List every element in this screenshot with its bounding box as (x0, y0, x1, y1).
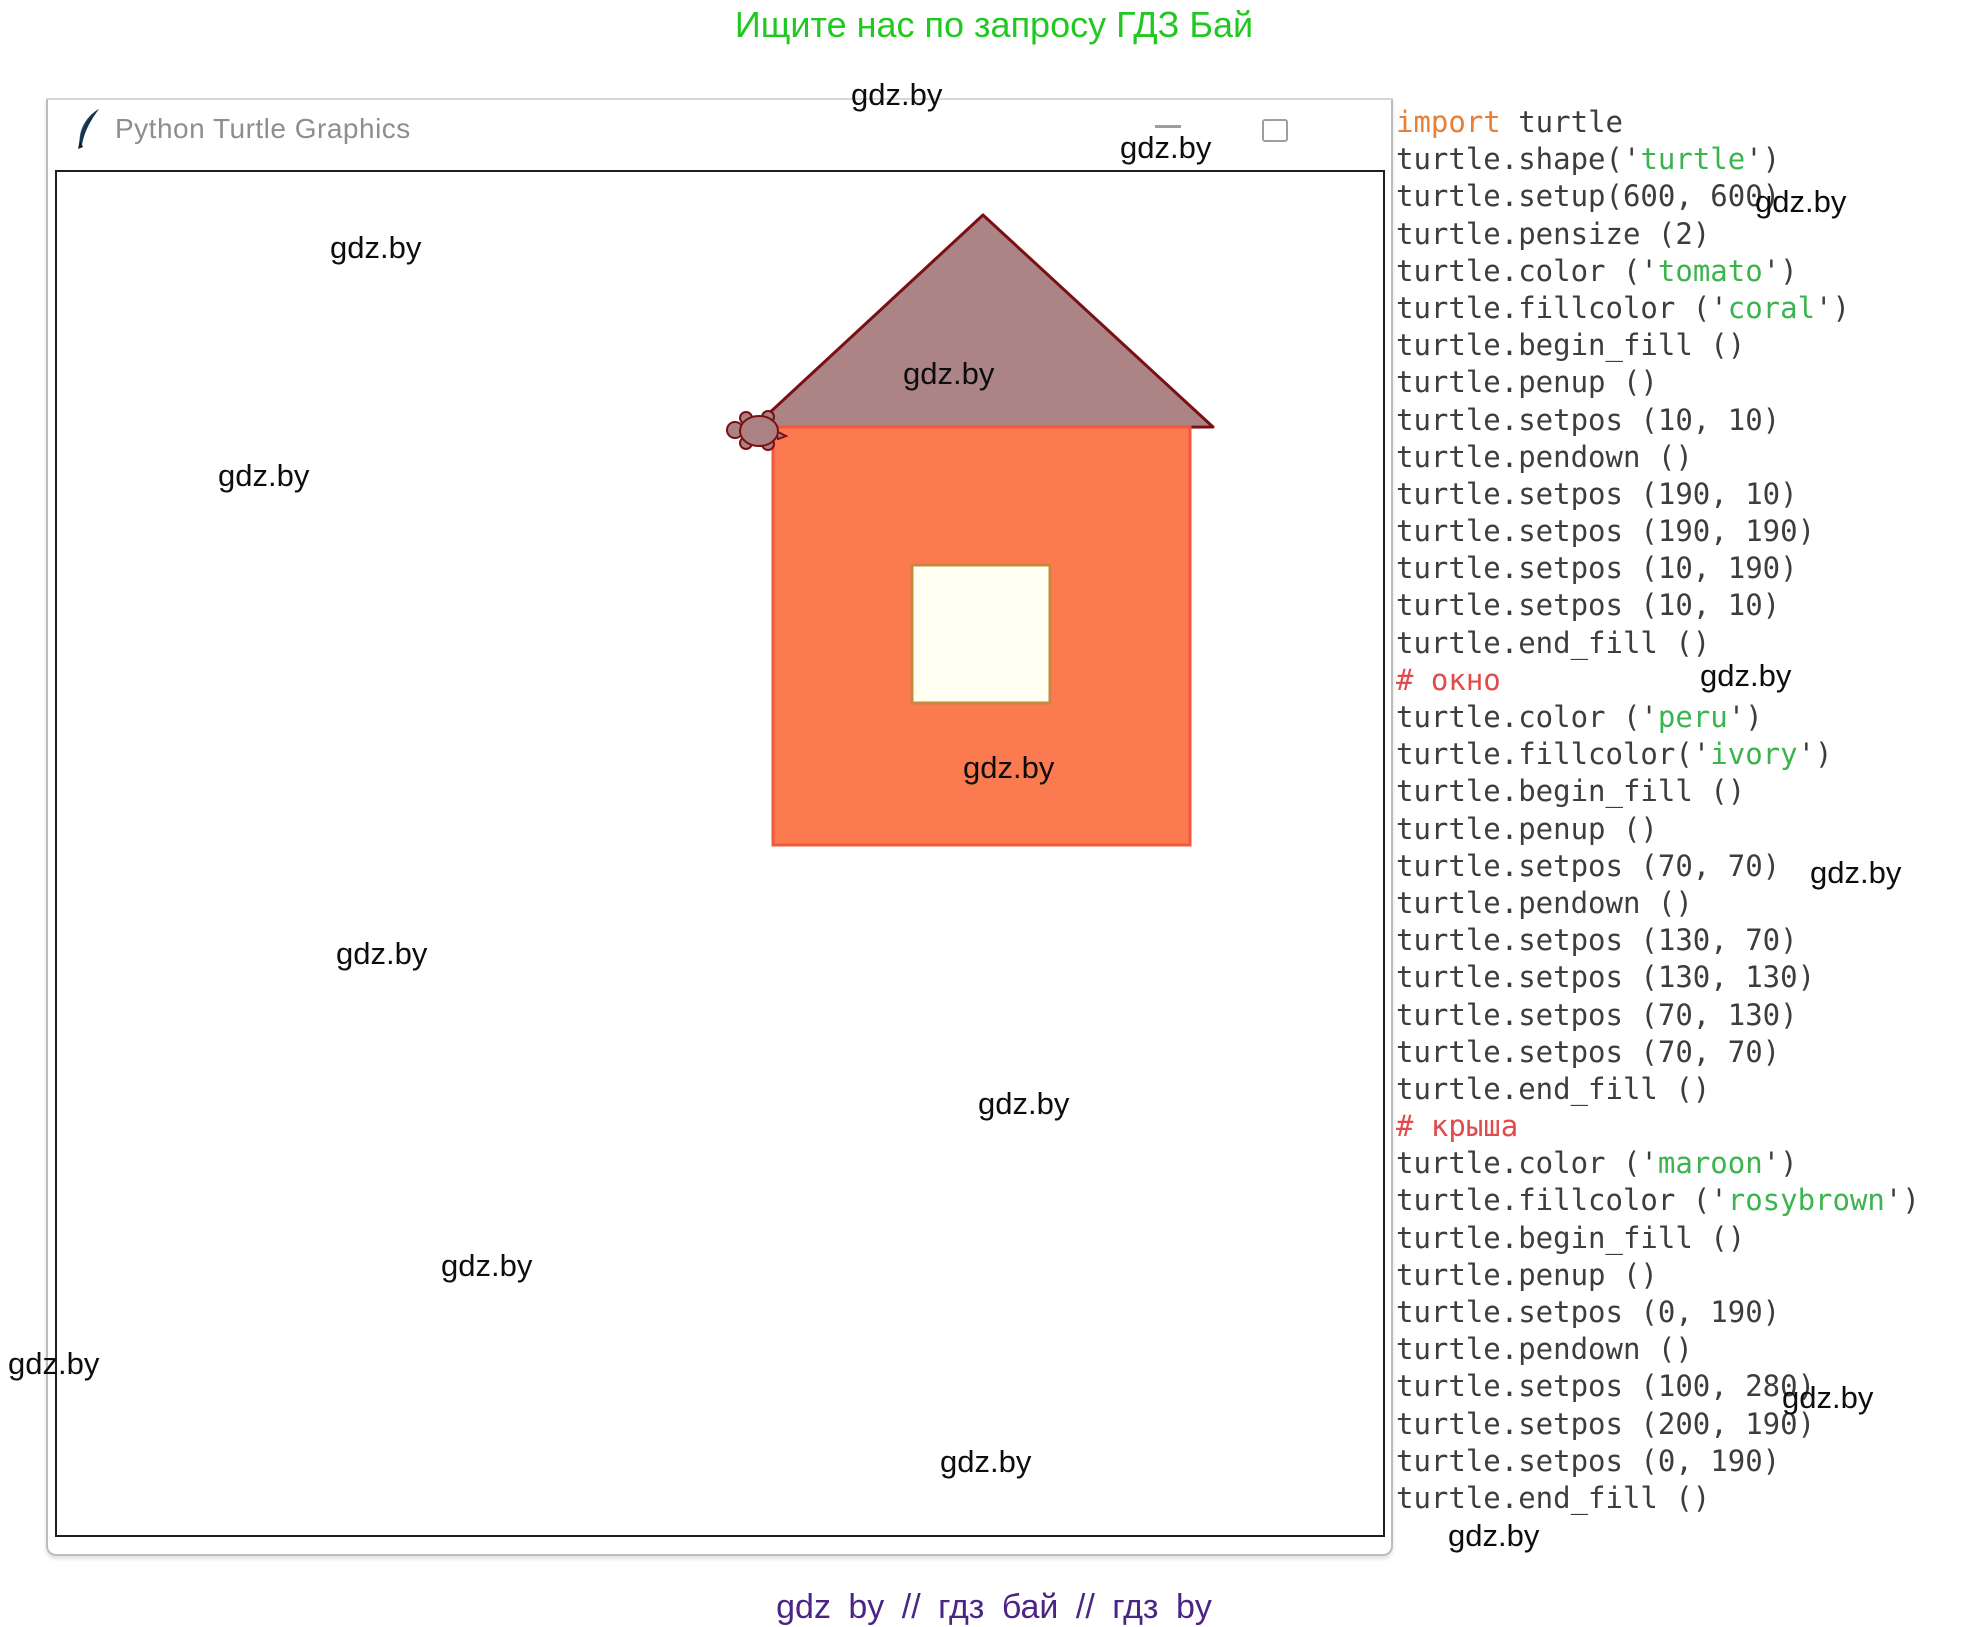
code-line: turtle.end_fill () (1396, 1480, 1986, 1517)
watermark: gdz.by (978, 1086, 1069, 1122)
minimize-button[interactable] (1155, 125, 1181, 128)
watermark: gdz.by (8, 1346, 99, 1382)
code-line: turtle.pendown () (1396, 1331, 1986, 1368)
turtle-graphics-window: Python Turtle Graphics (46, 98, 1393, 1556)
code-line: turtle.fillcolor('ivory') (1396, 736, 1986, 773)
code-line: turtle.color ('peru') (1396, 699, 1986, 736)
house-roof (752, 215, 1213, 429)
code-line: turtle.setpos (190, 190) (1396, 513, 1986, 550)
code-line: turtle.setpos (0, 190) (1396, 1443, 1986, 1480)
watermark: gdz.by (1120, 130, 1211, 166)
code-line: turtle.setpos (130, 130) (1396, 959, 1986, 996)
code-line: turtle.begin_fill () (1396, 327, 1986, 364)
code-line: turtle.pensize (2) (1396, 216, 1986, 253)
code-line: turtle.setpos (200, 190) (1396, 1406, 1986, 1443)
code-line: turtle.penup () (1396, 811, 1986, 848)
code-line: turtle.setpos (130, 70) (1396, 922, 1986, 959)
code-line: turtle.penup () (1396, 364, 1986, 401)
code-line: turtle.color ('maroon') (1396, 1145, 1986, 1182)
code-line: turtle.setpos (70, 70) (1396, 1034, 1986, 1071)
watermark: gdz.by (903, 356, 994, 392)
code-line: turtle.setpos (10, 10) (1396, 402, 1986, 439)
house-window (912, 565, 1050, 703)
code-line: turtle.setpos (100, 280) (1396, 1368, 1986, 1405)
code-line: turtle.end_fill () (1396, 625, 1986, 662)
code-line: turtle.fillcolor ('coral') (1396, 290, 1986, 327)
watermark: gdz.by (336, 936, 427, 972)
code-line: import turtle (1396, 104, 1986, 141)
code-line: turtle.color ('tomato') (1396, 253, 1986, 290)
page-heading: Ищите нас по запросу ГДЗ Бай (0, 4, 1988, 46)
watermark: gdz.by (963, 750, 1054, 786)
code-line: turtle.penup () (1396, 1257, 1986, 1294)
code-line: turtle.setup(600, 600) (1396, 178, 1986, 215)
watermark: gdz.by (851, 77, 942, 113)
code-line: turtle.shape('turtle') (1396, 141, 1986, 178)
watermark: gdz.by (1782, 1380, 1873, 1416)
watermark: gdz.by (218, 458, 309, 494)
code-line: turtle.setpos (0, 190) (1396, 1294, 1986, 1331)
code-line: turtle.setpos (10, 10) (1396, 587, 1986, 624)
turtle-canvas (55, 170, 1385, 1537)
code-line: turtle.fillcolor ('rosybrown') (1396, 1182, 1986, 1219)
window-title: Python Turtle Graphics (115, 113, 411, 145)
footer-text: gdz by // гдз бай // гдз by (0, 1588, 1988, 1627)
maximize-button[interactable] (1262, 119, 1288, 142)
code-line: turtle.begin_fill () (1396, 773, 1986, 810)
code-line: turtle.setpos (190, 10) (1396, 476, 1986, 513)
watermark: gdz.by (1755, 184, 1846, 220)
code-line: turtle.setpos (10, 190) (1396, 550, 1986, 587)
code-line: # крыша (1396, 1108, 1986, 1145)
watermark: gdz.by (330, 230, 421, 266)
watermark: gdz.by (940, 1444, 1031, 1480)
watermark: gdz.by (1700, 658, 1791, 694)
house-drawing (57, 172, 1383, 1535)
code-line: turtle.pendown () (1396, 439, 1986, 476)
code-line: # окно (1396, 662, 1986, 699)
watermark: gdz.by (441, 1248, 532, 1284)
feather-icon (76, 108, 102, 150)
code-listing: import turtleturtle.shape('turtle')turtl… (1396, 104, 1986, 1517)
watermark: gdz.by (1810, 855, 1901, 891)
watermark: gdz.by (1448, 1518, 1539, 1554)
code-line: turtle.begin_fill () (1396, 1220, 1986, 1257)
code-line: turtle.setpos (70, 130) (1396, 997, 1986, 1034)
code-line: turtle.end_fill () (1396, 1071, 1986, 1108)
